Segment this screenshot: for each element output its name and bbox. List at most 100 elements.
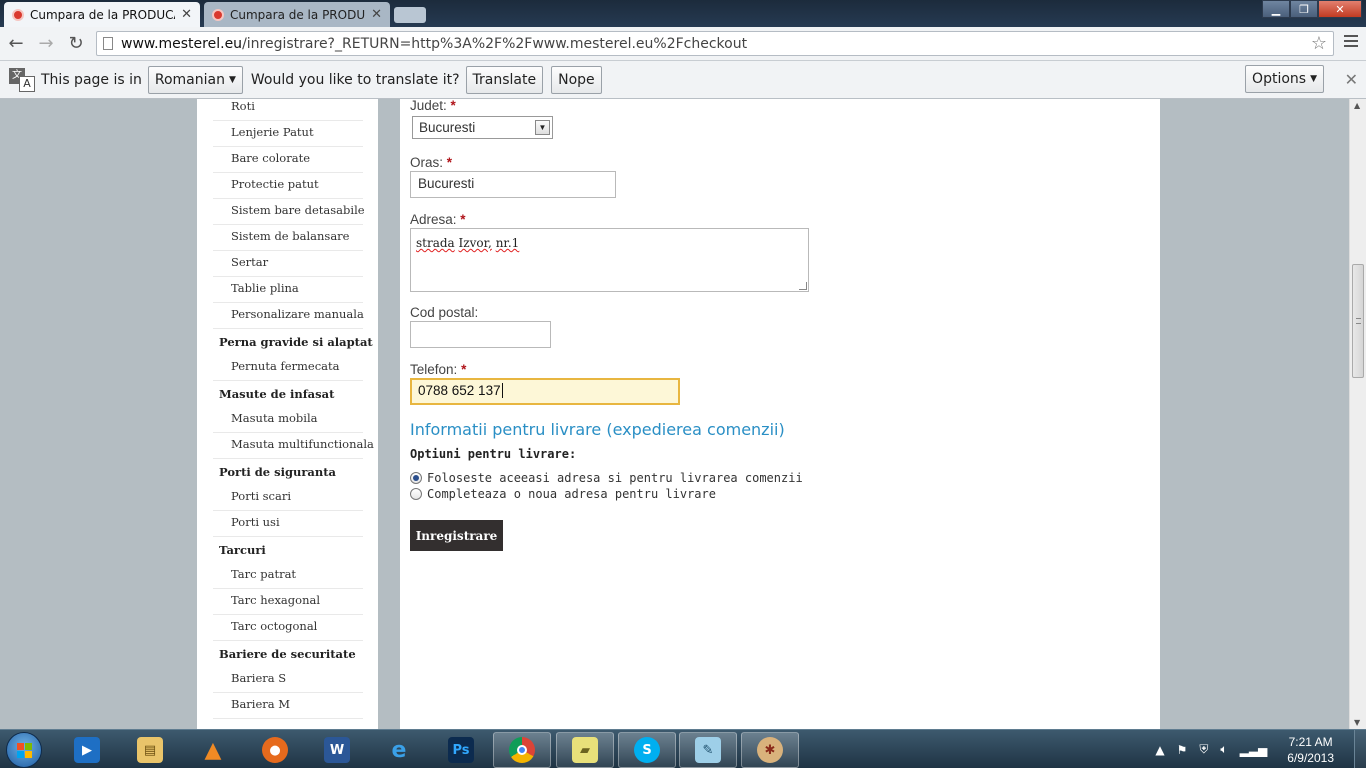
firefox-icon[interactable]: ● bbox=[246, 732, 304, 768]
oras-label: Oras: * bbox=[410, 155, 453, 170]
sidebar-category-heading[interactable]: Perna gravide si alaptat bbox=[213, 329, 373, 355]
media-player-icon[interactable]: ▶ bbox=[58, 732, 116, 768]
adresa-textarea[interactable]: strada Izvor, nr.1 bbox=[410, 228, 809, 292]
photoshop-icon[interactable]: Ps bbox=[432, 732, 490, 768]
paint-icon[interactable]: ✱ bbox=[741, 732, 799, 768]
sidebar-category-link[interactable]: Sertar bbox=[213, 251, 363, 277]
word-icon[interactable]: W bbox=[308, 732, 366, 768]
windows-taskbar: ▶ ▤ ▲ ● W e Ps ▰ S ✎ ✱ ▲ ⚑ ⛨ 🔈︎ ▂▃▅ 7:21… bbox=[0, 729, 1366, 768]
page-viewport: Roti Lenjerie Patut Bare colorate Protectie… bbox=[0, 99, 1349, 729]
system-clock[interactable]: 7:21 AM 6/9/2013 bbox=[1287, 734, 1334, 766]
browser-toolbar: ← → ↻ www.mesterel.eu/inregistrare?_RETU… bbox=[0, 27, 1366, 61]
volume-icon[interactable]: 🔈︎ bbox=[1220, 742, 1227, 757]
scroll-up-icon[interactable]: ▲ bbox=[1354, 101, 1360, 110]
translate-bar: 文A This page is in Romanian ▼ Would you l… bbox=[0, 61, 1366, 99]
forward-arrow-icon[interactable]: → bbox=[32, 30, 60, 58]
sidebar-category-link[interactable]: Tarc patrat bbox=[213, 563, 363, 589]
skype-icon[interactable]: S bbox=[618, 732, 676, 768]
close-tab-icon[interactable]: ✕ bbox=[371, 7, 382, 22]
scroll-thumb[interactable] bbox=[1352, 264, 1364, 378]
translate-prefix: This page is in bbox=[41, 71, 142, 88]
system-tray: ▲ ⚑ ⛨ 🔈︎ ▂▃▅ 7:21 AM 6/9/2013 bbox=[1149, 730, 1366, 768]
delivery-section-title: Informatii pentru livrare (expedierea co… bbox=[410, 420, 785, 439]
cod-postal-label: Cod postal: bbox=[410, 305, 479, 320]
translate-question: Would you like to translate it? bbox=[250, 71, 460, 88]
chrome-menu-icon[interactable] bbox=[1344, 35, 1358, 50]
dropdown-caret-icon: ▼ bbox=[228, 74, 236, 85]
inregistrare-button[interactable]: Inregistrare bbox=[410, 520, 503, 551]
sidebar-category-link[interactable]: Tarc hexagonal bbox=[213, 589, 363, 615]
bookmark-star-icon[interactable]: ☆ bbox=[1311, 33, 1327, 54]
security-icon[interactable]: ⛨ bbox=[1199, 742, 1208, 757]
close-tab-icon[interactable]: ✕ bbox=[181, 7, 192, 22]
delivery-options-label: Optiuni pentru livrare: bbox=[410, 447, 577, 461]
action-center-flag-icon[interactable]: ⚑ bbox=[1177, 743, 1188, 757]
sticky-notes-icon[interactable]: ▰ bbox=[556, 732, 614, 768]
sidebar-category-link[interactable]: Bare colorate bbox=[213, 147, 363, 173]
translate-icon: 文A bbox=[9, 67, 35, 92]
sidebar-category-link[interactable]: Tarc octogonal bbox=[213, 615, 363, 641]
sidebar-category-link[interactable]: Bariera S bbox=[213, 667, 363, 693]
new-tab-button[interactable] bbox=[394, 7, 426, 23]
sidebar-category-heading[interactable]: Bariere de securitate bbox=[213, 641, 363, 667]
nope-button[interactable]: Nope bbox=[551, 65, 602, 94]
dropdown-caret-icon: ▼ bbox=[1310, 74, 1317, 84]
sidebar-category-link[interactable]: Protectie patut bbox=[213, 173, 363, 199]
options-button[interactable]: Options ▼ bbox=[1245, 65, 1324, 93]
start-button-icon[interactable] bbox=[6, 732, 42, 768]
tab-title: Cumpara de la PRODUCA bbox=[30, 7, 176, 22]
sidebar-category-heading[interactable]: Tarcuri bbox=[213, 537, 363, 563]
url-text: www.mesterel.eu/inregistrare?_RETURN=htt… bbox=[121, 35, 748, 52]
address-bar[interactable]: www.mesterel.eu/inregistrare?_RETURN=htt… bbox=[96, 31, 1334, 56]
cod-postal-input[interactable] bbox=[410, 321, 551, 348]
back-arrow-icon[interactable]: ← bbox=[2, 30, 30, 58]
vlc-icon[interactable]: ▲ bbox=[184, 732, 242, 768]
notepad-icon[interactable]: ✎ bbox=[679, 732, 737, 768]
sidebar-category-link[interactable]: Bariera M bbox=[213, 693, 363, 719]
sidebar-category-link[interactable]: Lenjerie Patut bbox=[213, 121, 363, 147]
sidebar-category-link[interactable]: Personalizare manuala bbox=[213, 303, 364, 329]
sidebar-category-link[interactable]: Sistem bare detasabile bbox=[213, 199, 365, 225]
sidebar-category-link[interactable]: Roti bbox=[213, 99, 363, 121]
site-favicon-icon bbox=[12, 8, 24, 21]
show-desktop-button[interactable] bbox=[1354, 730, 1366, 768]
translate-button[interactable]: Translate bbox=[465, 65, 544, 94]
sidebar-category-link[interactable]: Masuta multifunctionala bbox=[213, 433, 374, 459]
reload-icon[interactable]: ↻ bbox=[62, 30, 90, 58]
chrome-icon[interactable] bbox=[493, 732, 551, 768]
show-hidden-icons-icon[interactable]: ▲ bbox=[1155, 743, 1164, 757]
oras-input[interactable]: Bucuresti bbox=[410, 171, 616, 198]
window-controls: ▁ ❐ ✕ bbox=[1262, 0, 1362, 18]
sidebar-category-link[interactable]: Tablie plina bbox=[213, 277, 363, 303]
sidebar-category-link[interactable]: Pernuta fermecata bbox=[213, 355, 363, 381]
file-explorer-icon[interactable]: ▤ bbox=[121, 732, 179, 768]
radio-unchecked-icon[interactable] bbox=[410, 488, 422, 500]
telefon-input[interactable]: 0788 652 137 bbox=[410, 378, 680, 405]
sidebar-category-link[interactable]: Porti usi bbox=[213, 511, 363, 537]
sidebar-category-link[interactable]: Masuta mobila bbox=[213, 407, 363, 433]
option-new-address[interactable]: Completeaza o noua adresa pentru livrare bbox=[410, 487, 716, 501]
category-sidebar: Roti Lenjerie Patut Bare colorate Protectie… bbox=[197, 99, 378, 729]
resize-handle-icon[interactable] bbox=[799, 282, 807, 290]
sidebar-category-heading[interactable]: Masute de infasat bbox=[213, 381, 363, 407]
radio-checked-icon[interactable] bbox=[410, 472, 422, 484]
internet-explorer-icon[interactable]: e bbox=[370, 732, 428, 768]
judet-label: Judet: * bbox=[410, 99, 456, 113]
network-signal-icon[interactable]: ▂▃▅ bbox=[1240, 743, 1268, 757]
tab-inactive[interactable]: Cumpara de la PRODUCA ✕ bbox=[204, 2, 390, 27]
tab-active[interactable]: Cumpara de la PRODUCA ✕ bbox=[4, 2, 200, 27]
page-scrollbar[interactable]: ▲ ▼ bbox=[1349, 99, 1366, 729]
judet-select[interactable]: Bucuresti ▼ bbox=[412, 116, 553, 139]
language-select[interactable]: Romanian ▼ bbox=[147, 65, 243, 94]
adresa-label: Adresa: * bbox=[410, 212, 466, 227]
sidebar-category-link[interactable]: Porti scari bbox=[213, 485, 363, 511]
option-same-address[interactable]: Foloseste aceeasi adresa si pentru livra… bbox=[410, 471, 803, 485]
sidebar-category-heading[interactable]: Porti de siguranta bbox=[213, 459, 363, 485]
close-translate-bar-icon[interactable]: ✕ bbox=[1345, 70, 1358, 89]
window-close-icon[interactable]: ✕ bbox=[1318, 0, 1362, 18]
sidebar-category-link[interactable]: Sistem de balansare bbox=[213, 225, 363, 251]
scroll-down-icon[interactable]: ▼ bbox=[1354, 718, 1360, 727]
minimize-icon[interactable]: ▁ bbox=[1262, 0, 1290, 18]
site-favicon-icon bbox=[212, 8, 224, 21]
restore-icon[interactable]: ❐ bbox=[1290, 0, 1318, 18]
